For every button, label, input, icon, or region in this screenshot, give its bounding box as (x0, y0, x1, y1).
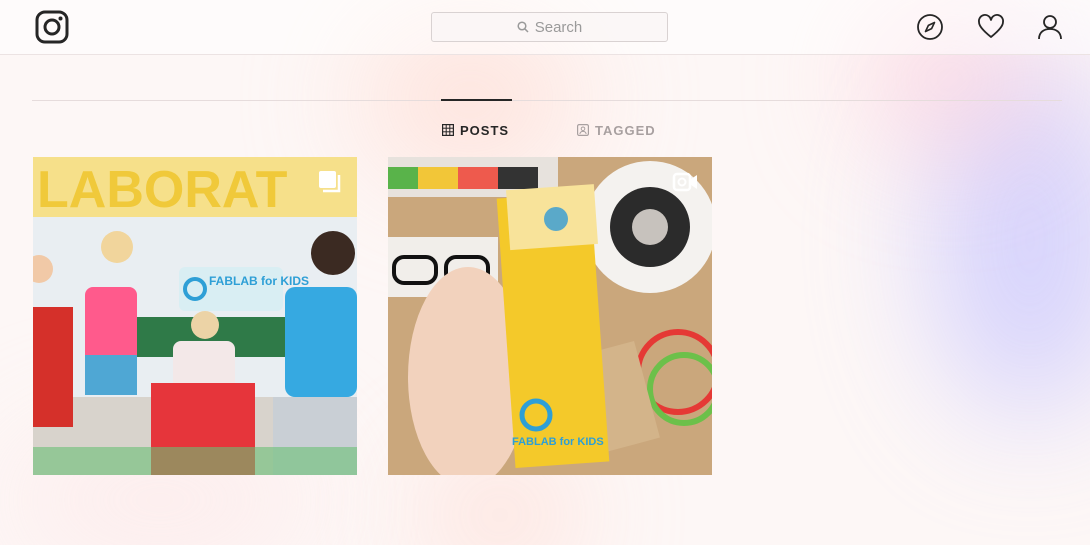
post-thumbnail[interactable]: LABORAT FABLAB for KIDS (33, 157, 357, 475)
active-tab-indicator (441, 99, 512, 101)
video-camera-icon (672, 172, 697, 192)
tagged-icon (577, 124, 589, 136)
tab-tagged-label: TAGGED (595, 122, 656, 138)
tab-posts-label: POSTS (460, 122, 510, 138)
search-input[interactable]: Search (431, 12, 668, 42)
search-placeholder: Search (534, 18, 583, 36)
post-image: FABLAB for KIDS (388, 157, 712, 475)
tab-posts[interactable]: POSTS (442, 122, 509, 138)
compass-icon[interactable] (916, 13, 944, 41)
carousel-icon (319, 171, 341, 193)
search-icon (517, 21, 529, 33)
heart-icon[interactable] (977, 13, 1005, 41)
user-icon[interactable] (1036, 13, 1064, 41)
background-blur (430, 470, 570, 545)
banner-text: LABORAT (37, 161, 288, 219)
top-navigation-bar: Search (0, 0, 1090, 55)
grid-icon (442, 124, 454, 136)
background-blur (930, 60, 1090, 420)
sign-text: FABLAB for KIDS (209, 274, 309, 288)
post-image: LABORAT FABLAB for KIDS (33, 157, 357, 475)
tab-tagged[interactable]: TAGGED (577, 122, 656, 138)
profile-divider (32, 100, 1062, 101)
instagram-logo-icon[interactable] (35, 10, 69, 44)
card-text: FABLAB for KIDS (512, 436, 604, 448)
post-thumbnail[interactable]: FABLAB for KIDS (388, 157, 712, 475)
